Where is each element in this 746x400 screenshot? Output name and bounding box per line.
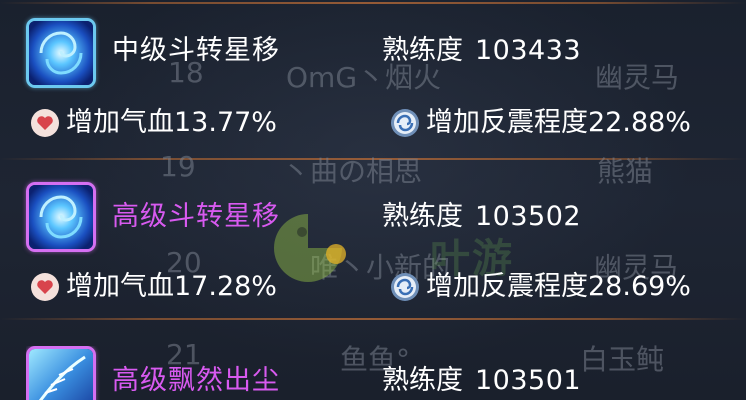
effect-value: 28.69% [588, 271, 691, 302]
bg-rank: 19 [160, 150, 196, 183]
proficiency-value: 103501 [475, 365, 582, 396]
skill-row-1[interactable]: 中级斗转星移 熟练度 103433 [26, 18, 746, 98]
heart-icon [31, 273, 59, 301]
skill-row-2[interactable]: 高级斗转星移 熟练度 103502 [26, 182, 746, 262]
effect-value: 17.28% [174, 271, 277, 302]
heart-icon [31, 109, 59, 137]
proficiency: 熟练度 103501 [382, 364, 581, 398]
proficiency-value: 103502 [475, 201, 582, 232]
effect-counter: 增加反震程度22.88% [390, 106, 746, 140]
divider-line [0, 2, 746, 4]
proficiency-value: 103433 [475, 35, 582, 66]
proficiency-label: 熟练度 [382, 35, 463, 66]
effect-counter: 增加反震程度28.69% [390, 270, 746, 304]
feather-icon [29, 349, 93, 400]
proficiency-label: 熟练度 [382, 201, 463, 232]
proficiency: 熟练度 103433 [382, 34, 581, 68]
effect-label: 增加气血 [66, 271, 174, 302]
effect-hp: 增加气血17.28% [30, 270, 350, 304]
proficiency: 熟练度 103502 [382, 200, 581, 234]
effect-hp: 增加气血13.77% [30, 106, 350, 140]
skill-row-3[interactable]: 高级飘然出尘 熟练度 103501 [26, 346, 746, 400]
swirl-icon [391, 273, 419, 301]
effect-label: 增加反震程度 [426, 271, 588, 302]
skill-name: 高级斗转星移 [112, 201, 280, 232]
swirl-icon [391, 109, 419, 137]
skill-name: 中级斗转星移 [112, 35, 280, 66]
vortex-skill-icon [26, 182, 96, 252]
effect-value: 22.88% [588, 107, 691, 138]
skill-name: 高级飘然出尘 [112, 365, 280, 396]
effect-label: 增加气血 [66, 107, 174, 138]
effect-label: 增加反震程度 [426, 107, 588, 138]
divider-line [0, 318, 746, 320]
proficiency-label: 熟练度 [382, 365, 463, 396]
vortex-icon [29, 21, 93, 85]
vortex-icon [29, 185, 93, 249]
feather-skill-icon [26, 346, 96, 400]
vortex-skill-icon [26, 18, 96, 88]
effect-value: 13.77% [174, 107, 277, 138]
